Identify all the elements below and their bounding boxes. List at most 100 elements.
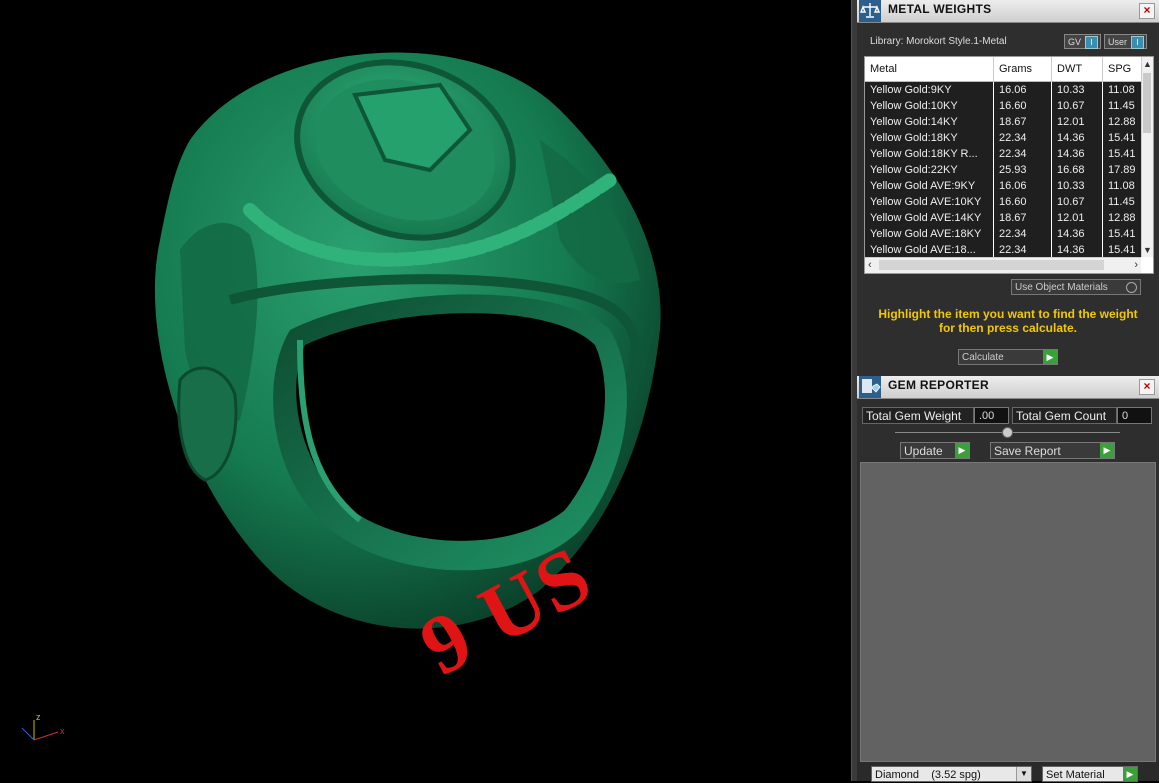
ring-render xyxy=(154,52,661,629)
gem-reporter-titlebar: GEM REPORTER × xyxy=(857,376,1159,399)
table-cell-dwt: 10.33 xyxy=(1052,82,1103,98)
table-cell-dwt: 12.01 xyxy=(1052,114,1103,130)
scroll-left-icon[interactable]: ‹ xyxy=(868,258,872,273)
table-cell-metal: Yellow Gold AVE:18KY xyxy=(865,226,994,242)
table-cell-metal: Yellow Gold:18KY xyxy=(865,130,994,146)
save-report-button[interactable]: Save Report ▶ xyxy=(990,442,1115,459)
table-cell-grams: 22.34 xyxy=(994,130,1052,146)
table-cell-metal: Yellow Gold AVE:10KY xyxy=(865,194,994,210)
column-header-dwt[interactable]: DWT xyxy=(1052,57,1103,81)
calculate-button[interactable]: Calculate ▶ xyxy=(958,349,1058,365)
table-cell-grams: 25.93 xyxy=(994,162,1052,178)
table-cell-grams: 22.34 xyxy=(994,146,1052,162)
table-row[interactable]: Yellow Gold:10KY 16.60 10.67 11.45 xyxy=(865,98,1141,115)
axis-z-label: z xyxy=(36,712,41,722)
axis-gizmo: z x xyxy=(21,712,65,741)
play-arrow-icon: ▶ xyxy=(955,443,969,458)
table-cell-metal: Yellow Gold:9KY xyxy=(865,82,994,98)
vertical-scrollbar[interactable]: ▲ ▼ xyxy=(1141,57,1153,257)
table-cell-dwt: 14.36 xyxy=(1052,242,1103,258)
table-cell-grams: 16.06 xyxy=(994,178,1052,194)
user-toggle-label: User xyxy=(1108,37,1128,47)
table-cell-dwt: 16.68 xyxy=(1052,162,1103,178)
scroll-thumb[interactable] xyxy=(1143,73,1151,133)
table-cell-metal: Yellow Gold AVE:14KY xyxy=(865,210,994,226)
table-cell-dwt: 14.36 xyxy=(1052,226,1103,242)
update-label: Update xyxy=(904,444,943,458)
use-object-materials-toggle[interactable]: Use Object Materials xyxy=(1011,279,1141,295)
material-select-value: Diamond (3.52 spg) xyxy=(875,769,981,781)
table-cell-dwt: 12.01 xyxy=(1052,210,1103,226)
close-icon[interactable]: × xyxy=(1139,3,1155,19)
total-gem-count-label: Total Gem Count xyxy=(1012,407,1117,424)
table-row[interactable]: Yellow Gold:14KY 18.67 12.01 12.88 xyxy=(865,114,1141,131)
3d-viewport[interactable]: 9 US z x xyxy=(0,0,851,781)
table-row[interactable]: Yellow Gold AVE:18KY 22.34 14.36 15.41 xyxy=(865,226,1141,243)
toggle-knob-icon: I xyxy=(1131,36,1144,49)
table-cell-grams: 22.34 xyxy=(994,226,1052,242)
table-cell-dwt: 14.36 xyxy=(1052,146,1103,162)
material-select[interactable]: Diamond (3.52 spg) ▼ xyxy=(871,766,1032,782)
play-arrow-icon: ▶ xyxy=(1043,350,1057,364)
table-cell-grams: 18.67 xyxy=(994,210,1052,226)
table-cell-dwt: 14.36 xyxy=(1052,130,1103,146)
gem-reporter-title: GEM REPORTER xyxy=(888,378,989,392)
metal-weights-title: METAL WEIGHTS xyxy=(888,2,992,16)
table-cell-metal: Yellow Gold:10KY xyxy=(865,98,994,114)
table-cell-grams: 22.34 xyxy=(994,242,1052,258)
update-button[interactable]: Update ▶ xyxy=(900,442,970,459)
gem-report-area[interactable] xyxy=(860,462,1156,762)
scroll-up-icon[interactable]: ▲ xyxy=(1142,57,1153,71)
gem-report-icon xyxy=(859,376,881,398)
library-label: Library: Morokort Style.1-Metal xyxy=(870,36,1007,47)
hscroll-thumb[interactable] xyxy=(879,260,1104,270)
set-material-button[interactable]: Set Material ▶ xyxy=(1042,766,1138,782)
total-gem-weight-label: Total Gem Weight xyxy=(862,407,974,424)
gv-toggle[interactable]: GV I xyxy=(1064,34,1101,49)
user-toggle[interactable]: User I xyxy=(1104,34,1147,49)
table-row[interactable]: Yellow Gold:18KY 22.34 14.36 15.41 xyxy=(865,130,1141,147)
table-cell-grams: 16.60 xyxy=(994,98,1052,114)
table-cell-metal: Yellow Gold:22KY xyxy=(865,162,994,178)
table-header: Metal Grams DWT SPG xyxy=(865,57,1147,82)
table-row[interactable]: Yellow Gold:18KY R... 22.34 14.36 15.41 xyxy=(865,146,1141,163)
scroll-down-icon[interactable]: ▼ xyxy=(1142,243,1153,257)
table-row[interactable]: Yellow Gold:9KY 16.06 10.33 11.08 xyxy=(865,82,1141,99)
table-row[interactable]: Yellow Gold AVE:14KY 18.67 12.01 12.88 xyxy=(865,210,1141,227)
axis-x-label: x xyxy=(60,726,65,736)
metal-weights-titlebar: METAL WEIGHTS × xyxy=(857,0,1159,23)
table-cell-dwt: 10.33 xyxy=(1052,178,1103,194)
table-cell-metal: Yellow Gold:18KY R... xyxy=(865,146,994,162)
horizontal-scrollbar[interactable]: ‹ › xyxy=(865,257,1141,273)
radio-icon xyxy=(1126,282,1137,293)
scroll-right-icon[interactable]: › xyxy=(1134,258,1138,273)
total-gem-count-value: 0 xyxy=(1117,407,1152,424)
instruction-text: Highlight the item you want to find the … xyxy=(878,307,1138,335)
table-cell-grams: 16.60 xyxy=(994,194,1052,210)
column-header-grams[interactable]: Grams xyxy=(994,57,1052,81)
table-cell-metal: Yellow Gold AVE:18... xyxy=(865,242,994,258)
slider-knob[interactable] xyxy=(1002,427,1013,438)
toggle-knob-icon: I xyxy=(1085,36,1098,49)
close-icon[interactable]: × xyxy=(1139,379,1155,395)
set-material-label: Set Material xyxy=(1046,769,1105,781)
table-row[interactable]: Yellow Gold:22KY 25.93 16.68 17.89 xyxy=(865,162,1141,179)
gem-reporter-panel: GEM REPORTER × Total Gem Weight .00 Tota… xyxy=(857,376,1159,782)
chevron-down-icon[interactable]: ▼ xyxy=(1016,767,1031,781)
table-row[interactable]: Yellow Gold AVE:9KY 16.06 10.33 11.08 xyxy=(865,178,1141,195)
calculate-label: Calculate xyxy=(962,352,1004,363)
gem-slider[interactable] xyxy=(895,427,1120,438)
metal-weights-panel: METAL WEIGHTS × Library: Morokort Style.… xyxy=(857,0,1159,376)
table-row[interactable]: Yellow Gold AVE:10KY 16.60 10.67 11.45 xyxy=(865,194,1141,211)
use-object-materials-label: Use Object Materials xyxy=(1015,282,1108,293)
metal-table[interactable]: Metal Grams DWT SPG Yellow Gold:9KY 16.06… xyxy=(864,56,1154,274)
table-cell-dwt: 10.67 xyxy=(1052,194,1103,210)
play-arrow-icon: ▶ xyxy=(1100,443,1114,458)
table-cell-metal: Yellow Gold AVE:9KY xyxy=(865,178,994,194)
table-cell-dwt: 10.67 xyxy=(1052,98,1103,114)
table-cell-grams: 18.67 xyxy=(994,114,1052,130)
table-cell-metal: Yellow Gold:14KY xyxy=(865,114,994,130)
column-header-metal[interactable]: Metal xyxy=(865,57,994,81)
table-cell-grams: 16.06 xyxy=(994,82,1052,98)
save-report-label: Save Report xyxy=(994,444,1061,458)
